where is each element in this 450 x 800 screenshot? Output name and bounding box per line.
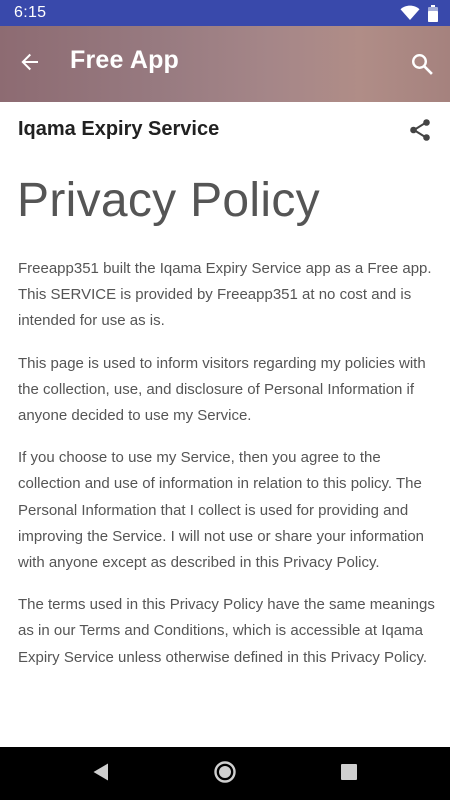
- status-bar: 6:15: [0, 0, 450, 26]
- nav-back-icon: [92, 762, 110, 787]
- nav-home-icon: [213, 760, 237, 789]
- app-name: Iqama Expiry Service: [18, 118, 220, 140]
- screen: 6:15 Free App Iqama Expiry Service Priva…: [0, 0, 450, 800]
- policy-body: Freeapp351 built the Iqama Expiry Servic…: [18, 256, 438, 687]
- arrow-left-icon: [20, 52, 40, 77]
- policy-paragraph: This page is used to inform visitors reg…: [18, 354, 426, 425]
- share-icon: [408, 118, 432, 147]
- search-button[interactable]: [406, 50, 438, 82]
- navigation-bar: [0, 747, 450, 800]
- wifi-icon: [400, 5, 420, 21]
- nav-home-button[interactable]: [212, 760, 238, 789]
- nav-recent-button[interactable]: [336, 761, 362, 787]
- nav-back-button[interactable]: [88, 761, 114, 787]
- nav-recent-icon: [340, 763, 358, 786]
- policy-title: Privacy Policy: [17, 174, 320, 227]
- search-icon: [411, 53, 433, 80]
- content-area[interactable]: Iqama Expiry Service Privacy Policy Free…: [0, 102, 450, 747]
- battery-icon: [428, 4, 438, 22]
- policy-paragraph: If you choose to use my Service, then yo…: [18, 449, 425, 572]
- app-bar: Free App: [0, 26, 450, 102]
- content-header: Iqama Expiry Service: [0, 102, 450, 160]
- policy-paragraph: Freeapp351 built the Iqama Expiry Servic…: [18, 260, 432, 330]
- share-button[interactable]: [406, 118, 434, 146]
- policy-paragraph: The terms used in this Privacy Policy ha…: [18, 596, 435, 666]
- status-time: 6:15: [14, 4, 47, 21]
- status-icons: [400, 4, 438, 22]
- back-button[interactable]: [14, 48, 46, 80]
- app-title: Free App: [70, 46, 180, 74]
